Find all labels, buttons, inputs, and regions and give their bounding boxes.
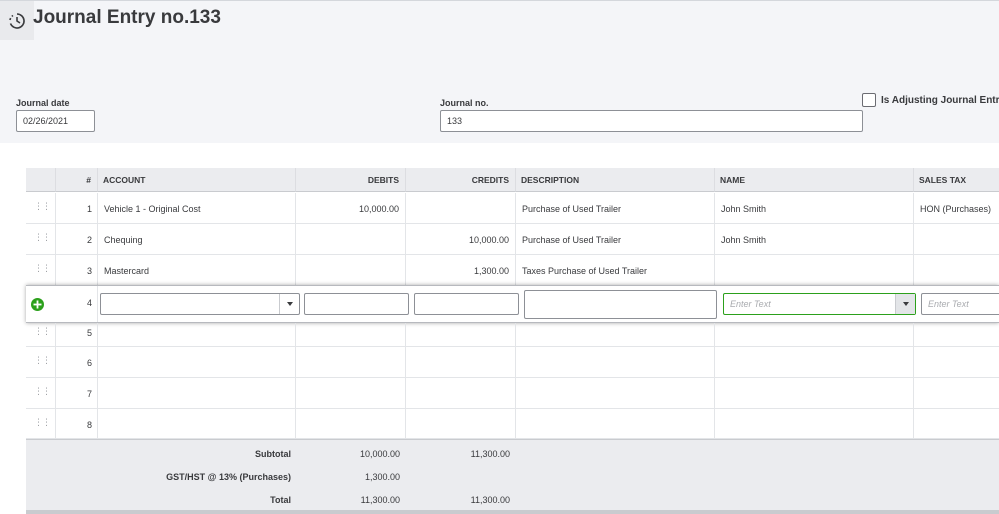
adjusting-entry-label: Is Adjusting Journal Entry? xyxy=(881,95,999,106)
description-cell[interactable]: Purchase of Used Trailer xyxy=(522,204,621,214)
credits-cell[interactable]: 1,300.00 xyxy=(474,266,509,276)
table-row[interactable]: ⋮⋮ 7 xyxy=(26,378,999,409)
row-number: 1 xyxy=(86,204,92,214)
row-number: 4 xyxy=(86,298,92,308)
table-row[interactable]: ⋮⋮ 1 Vehicle 1 - Original Cost 10,000.00… xyxy=(26,193,999,224)
journal-no-input[interactable]: 133 xyxy=(440,110,863,132)
drag-handle-icon[interactable]: ⋮⋮ xyxy=(34,233,51,242)
subtotal-row: Subtotal 10,000.00 11,300.00 xyxy=(26,443,999,463)
adjusting-entry-checkbox[interactable] xyxy=(862,93,876,107)
drag-handle-icon[interactable]: ⋮⋮ xyxy=(34,202,51,211)
sales-tax-placeholder: Enter Text xyxy=(928,299,969,309)
sales-tax-input[interactable]: Enter Text xyxy=(921,293,999,315)
tax-label: GST/HST @ 13% (Purchases) xyxy=(166,472,291,482)
account-cell[interactable]: Mastercard xyxy=(104,266,149,276)
col-debits-header[interactable]: DEBITS xyxy=(296,168,406,192)
chevron-down-icon xyxy=(902,302,909,306)
account-dropdown-button[interactable] xyxy=(279,294,299,314)
subtotal-credits: 11,300.00 xyxy=(470,449,510,459)
col-credits-header[interactable]: CREDITS xyxy=(406,168,516,192)
page-title: Journal Entry no.133 xyxy=(33,7,221,28)
subtotal-label: Subtotal xyxy=(255,449,291,459)
drag-handle-icon[interactable]: ⋮⋮ xyxy=(34,356,51,365)
account-cell[interactable]: Chequing xyxy=(104,235,143,245)
name-cell[interactable]: John Smith xyxy=(721,235,766,245)
total-debits: 11,300.00 xyxy=(360,495,400,505)
history-button[interactable] xyxy=(0,1,34,40)
col-description-header[interactable]: DESCRIPTION xyxy=(516,168,715,192)
total-credits: 11,300.00 xyxy=(470,495,510,505)
description-cell[interactable]: Taxes Purchase of Used Trailer xyxy=(522,266,647,276)
tax-debits: 1,300.00 xyxy=(364,472,400,482)
subtotal-debits: 10,000.00 xyxy=(359,449,400,459)
drag-handle-icon[interactable]: ⋮⋮ xyxy=(34,418,51,427)
total-label: Total xyxy=(270,495,291,505)
credits-cell[interactable]: 10,000.00 xyxy=(469,235,509,245)
table-row[interactable]: ⋮⋮ 8 xyxy=(26,409,999,439)
row-number: 5 xyxy=(86,328,92,338)
journal-no-label: Journal no. xyxy=(440,98,489,108)
table-row[interactable]: ⋮⋮ 6 xyxy=(26,347,999,378)
bottom-border xyxy=(26,510,999,514)
totals-footer: Subtotal 10,000.00 11,300.00 GST/HST @ 1… xyxy=(26,439,999,514)
row-number: 6 xyxy=(86,358,92,368)
history-clock-icon xyxy=(9,12,25,29)
col-drag-header xyxy=(26,168,56,192)
name-dropdown-button[interactable] xyxy=(895,294,915,314)
debits-cell[interactable]: 10,000.00 xyxy=(359,204,399,214)
row-number: 2 xyxy=(86,235,92,245)
active-table-row[interactable]: 4 Enter Text Enter Text xyxy=(26,285,999,323)
col-account-header[interactable]: ACCOUNT xyxy=(98,168,296,192)
table-row[interactable]: ⋮⋮ 2 Chequing 10,000.00 Purchase of Used… xyxy=(26,224,999,255)
drag-handle-icon[interactable]: ⋮⋮ xyxy=(34,327,51,336)
row-number: 7 xyxy=(86,389,92,399)
add-line-button[interactable] xyxy=(31,298,44,311)
plus-circle-icon xyxy=(33,300,42,309)
row-number: 8 xyxy=(86,420,92,430)
journal-date-input[interactable]: 02/26/2021 xyxy=(16,110,95,132)
tax-row: GST/HST @ 13% (Purchases) 1,300.00 xyxy=(26,466,999,486)
drag-handle-icon[interactable]: ⋮⋮ xyxy=(34,264,51,273)
journal-date-label: Journal date xyxy=(16,98,70,108)
debits-input[interactable] xyxy=(304,293,409,315)
col-num-header: # xyxy=(56,168,98,192)
description-cell[interactable]: Purchase of Used Trailer xyxy=(522,235,621,245)
name-select[interactable]: Enter Text xyxy=(723,293,916,315)
drag-handle-icon[interactable]: ⋮⋮ xyxy=(34,387,51,396)
total-row: Total 11,300.00 11,300.00 xyxy=(26,489,999,509)
col-name-header[interactable]: NAME xyxy=(715,168,914,192)
sales-tax-cell[interactable]: HON (Purchases) xyxy=(920,204,991,214)
chevron-down-icon xyxy=(286,302,293,306)
name-cell[interactable]: John Smith xyxy=(721,204,766,214)
name-placeholder: Enter Text xyxy=(730,299,771,309)
table-row[interactable]: ⋮⋮ 3 Mastercard 1,300.00 Taxes Purchase … xyxy=(26,255,999,286)
account-cell[interactable]: Vehicle 1 - Original Cost xyxy=(104,204,201,214)
table-row[interactable]: ⋮⋮ 5 xyxy=(26,323,999,347)
col-sales-tax-header[interactable]: SALES TAX xyxy=(914,168,999,192)
account-select[interactable] xyxy=(100,293,300,315)
credits-input[interactable] xyxy=(414,293,519,315)
description-input[interactable] xyxy=(524,290,717,319)
row-number: 3 xyxy=(86,266,92,276)
